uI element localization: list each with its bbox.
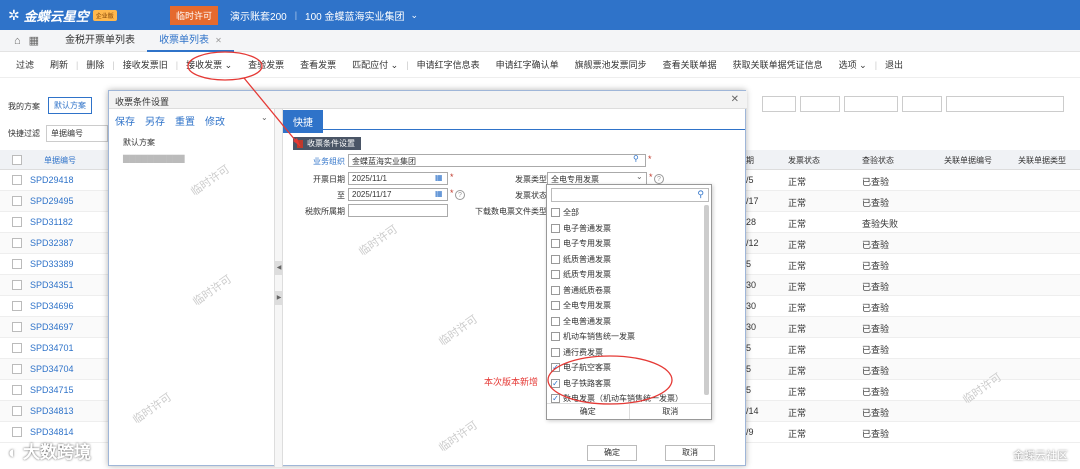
brand-logo-icon: ◐ — [8, 443, 23, 462]
annotation-arrow — [243, 77, 301, 147]
brand-watermark: ◐ 大数跨境 — [8, 438, 91, 463]
brand-left-text: 大数跨境 — [23, 443, 91, 462]
brand-watermark-right: 金蝶云社区 — [1013, 450, 1068, 462]
annotation-ellipse — [547, 355, 673, 405]
annotation-ellipse — [187, 51, 263, 81]
